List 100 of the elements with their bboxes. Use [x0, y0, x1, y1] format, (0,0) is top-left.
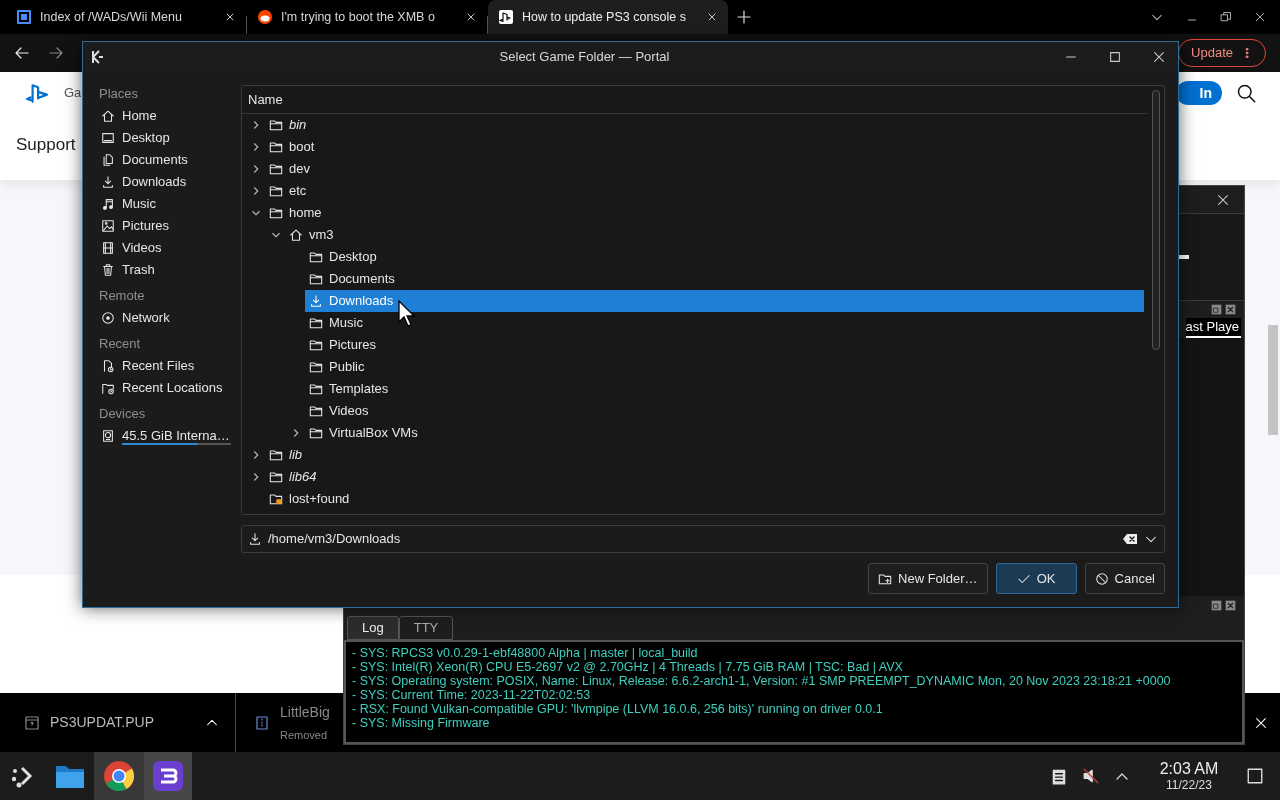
folder-icon [309, 250, 323, 264]
folder-item[interactable]: Downloads [305, 290, 1144, 312]
folder-item[interactable]: lib64 [265, 466, 317, 488]
device-label: 45.5 GiB Interna… [122, 427, 231, 443]
folder-icon [309, 316, 323, 330]
nav-link[interactable]: Ga [64, 83, 82, 103]
folder-item[interactable]: etc [265, 180, 307, 202]
folder-item[interactable]: Pictures [305, 334, 376, 356]
folder-item[interactable]: home [265, 202, 322, 224]
browser-tab[interactable]: How to update PS3 console s [488, 0, 728, 34]
folder-icon [309, 272, 323, 286]
log-line: - SYS: Intel(R) Xeon(R) CPU E5-2697 v2 @ 2.70GHz | 4 Threads | 7.75 GiB RAM | TSC: Bad | AVX [352, 660, 904, 674]
path-field[interactable]: /home/vm3/Downloads [241, 525, 1165, 553]
folder-item[interactable]: Documents [305, 268, 395, 290]
site-icon [498, 9, 514, 25]
folder-icon [269, 184, 283, 198]
folder-item[interactable]: lib [265, 444, 302, 466]
places-item[interactable]: Downloads [91, 171, 236, 193]
app-icon[interactable] [152, 760, 184, 792]
file-name[interactable]: LittleBig [280, 701, 330, 723]
folder-item[interactable]: vm3 [285, 224, 334, 246]
folder-icon [269, 140, 283, 154]
folder-icon [269, 470, 283, 484]
download-icon [248, 532, 262, 546]
folder-icon [269, 448, 283, 462]
close-icon[interactable] [1254, 11, 1266, 23]
network-icon [101, 311, 115, 325]
close-icon[interactable] [1152, 49, 1166, 64]
places-item[interactable]: Recent Locations [91, 377, 236, 399]
folder-item[interactable]: Music [305, 312, 363, 334]
browser-icon[interactable] [103, 760, 135, 792]
places-item[interactable]: Trash [91, 259, 236, 281]
forward-arrow-icon[interactable] [48, 45, 64, 61]
dialog-button[interactable]: Cancel [1084, 563, 1165, 594]
plus-icon[interactable] [736, 9, 752, 25]
folder-item[interactable]: VirtualBox VMs [305, 422, 418, 444]
monitor-icon [101, 131, 115, 145]
folder-item[interactable]: Desktop [305, 246, 377, 268]
maximize-icon[interactable] [1108, 49, 1122, 64]
app-logo-icon[interactable] [89, 48, 105, 65]
log-tab[interactable]: Log [347, 616, 399, 640]
places-item[interactable]: Pictures [91, 215, 236, 237]
browser-tab[interactable]: I'm trying to boot the XMB o [247, 0, 487, 34]
places-item[interactable]: Music [91, 193, 236, 215]
float-icon[interactable] [1211, 599, 1222, 611]
scrollbar-thumb[interactable] [1268, 325, 1278, 435]
close-icon[interactable] [1216, 192, 1230, 207]
clock-time[interactable]: 2:03 AM [1159, 760, 1219, 778]
close-icon[interactable] [706, 11, 718, 23]
log-tab[interactable]: TTY [398, 616, 454, 640]
zip-file-icon [254, 714, 270, 731]
places-item[interactable]: Documents [91, 149, 236, 171]
window-title: Select Game Folder — Portal [498, 47, 671, 66]
places-item[interactable]: Home [91, 105, 236, 127]
mouse-cursor-icon [398, 300, 416, 328]
clock-date[interactable]: 11/22/23 [1166, 778, 1212, 792]
scrollbar-thumb[interactable] [1152, 90, 1160, 350]
folder-item[interactable]: Videos [305, 400, 369, 422]
clipboard-icon[interactable] [1050, 767, 1068, 785]
log-line: - SYS: Missing Firmware [352, 716, 491, 730]
muted-speaker-icon[interactable] [1082, 767, 1100, 785]
picture-icon [101, 219, 115, 233]
places-item[interactable]: Desktop [91, 127, 236, 149]
folder-item[interactable]: Templates [305, 378, 389, 400]
log-line: - SYS: Current Time: 2023-11-22T02:02:53 [352, 688, 592, 702]
float-icon[interactable] [1211, 304, 1222, 315]
slider-handle[interactable] [1179, 255, 1189, 259]
folder-icon [309, 404, 323, 418]
restore-icon[interactable] [1220, 11, 1232, 23]
folder-item[interactable]: boot [265, 136, 315, 158]
dialog-button[interactable]: OK [995, 563, 1077, 594]
places-item[interactable]: Network [91, 307, 236, 329]
folder-item[interactable]: dev [265, 158, 310, 180]
back-arrow-icon[interactable] [14, 45, 30, 61]
show-desktop-icon[interactable] [1246, 767, 1264, 785]
close-icon[interactable] [1254, 715, 1268, 730]
search-icon[interactable] [1236, 83, 1256, 103]
download-icon [309, 294, 323, 308]
section-heading: Remote [98, 287, 146, 305]
folder-icon[interactable] [55, 763, 85, 789]
places-item[interactable]: Recent Files [91, 355, 236, 377]
file-icon [24, 714, 40, 731]
section-title: Support [16, 134, 76, 157]
folder-item[interactable]: bin [265, 114, 307, 136]
places-item[interactable]: Videos [91, 237, 236, 259]
folder-item[interactable]: lost+found [265, 488, 350, 510]
close-icon[interactable] [224, 11, 236, 23]
browser-tab[interactable]: Index of /WADs/Wii Menu [6, 0, 246, 34]
column-header[interactable]: Name [248, 89, 283, 110]
site-icon [257, 9, 273, 25]
folder-icon [269, 206, 283, 220]
folder-item[interactable]: Public [305, 356, 365, 378]
dialog-button[interactable]: New Folder… [868, 563, 988, 594]
places-item[interactable]: 45.5 GiB Interna… [91, 425, 236, 447]
clear-icon[interactable] [1122, 531, 1138, 547]
column-header[interactable]: ast Playe [1185, 318, 1241, 338]
folder-icon [269, 118, 283, 132]
close-icon[interactable] [465, 11, 477, 23]
log-line: - SYS: RPCS3 v0.0.29-1-ebf48800 Alpha | master | local_build [352, 646, 699, 660]
file-name[interactable]: PS3UPDAT.PUP [50, 712, 195, 733]
